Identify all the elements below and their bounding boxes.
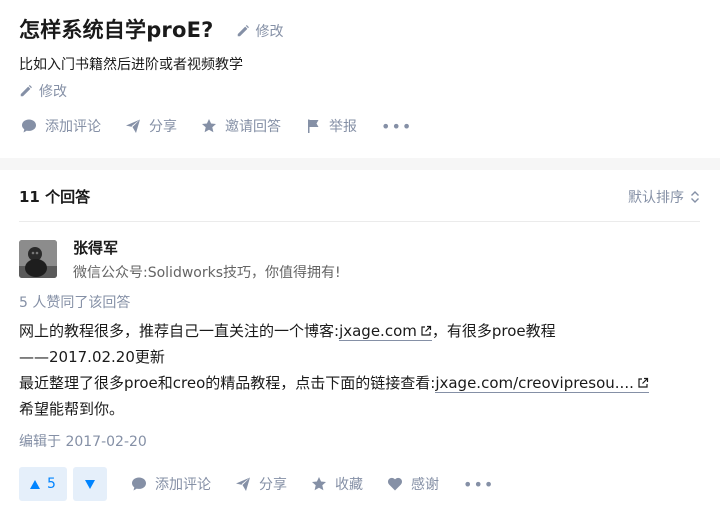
pencil-icon	[237, 24, 249, 36]
invite-answer-label: 邀请回答	[225, 119, 281, 135]
heart-icon	[388, 477, 402, 491]
edited-timestamp[interactable]: 编辑于 2017-02-20	[19, 431, 147, 451]
paper-plane-icon	[126, 119, 140, 133]
tutorial-link-text: jxage.com/creovipresou....	[435, 374, 634, 392]
add-comment-button[interactable]: 添加评论	[131, 474, 211, 494]
question-card: 怎样系统自学proE? 修改 比如入门书籍然后进阶或者视频教学 修改 添加评论 …	[0, 0, 720, 158]
more-options-button[interactable]: •••	[381, 117, 412, 136]
sort-label: 默认排序	[628, 190, 684, 206]
edit-title-link[interactable]: 修改	[236, 21, 284, 41]
question-actions: 添加评论 分享 邀请回答 举报 •••	[21, 116, 412, 136]
thanks-button[interactable]: 感谢	[387, 474, 439, 494]
question-title: 怎样系统自学proE?	[19, 18, 214, 42]
upvote-button[interactable]: 5	[19, 467, 67, 501]
answer-paragraph: ——2017.02.20更新	[19, 348, 165, 366]
triangle-down-icon	[85, 479, 95, 489]
answer-content: 网上的教程很多，推荐自己一直关注的一个博客:jxage.com ，有很多proe教…	[19, 318, 709, 422]
author-name[interactable]: 张得军	[73, 237, 118, 258]
report-label: 举报	[329, 119, 357, 135]
blog-link-text: jxage.com	[339, 322, 417, 340]
downvote-button[interactable]	[73, 467, 107, 501]
add-comment-label: 添加评论	[45, 119, 101, 135]
flag-icon	[308, 119, 319, 133]
question-title-row: 怎样系统自学proE? 修改	[19, 14, 284, 44]
share-label: 分享	[149, 119, 177, 135]
report-button[interactable]: 举报	[305, 116, 357, 136]
comment-icon	[132, 477, 146, 491]
question-description: 比如入门书籍然后进阶或者视频教学	[19, 57, 243, 73]
sort-chevron-icon	[691, 191, 699, 203]
answer-actions: 5 添加评论 分享 收藏 感谢 •••	[19, 467, 494, 501]
comment-icon	[22, 119, 36, 133]
author-bio: 微信公众号:Solidworks技巧，你值得拥有!	[73, 265, 341, 281]
star-icon	[202, 119, 216, 133]
more-options-button[interactable]: •••	[463, 475, 494, 494]
pencil-icon	[20, 85, 32, 97]
author-avatar[interactable]	[19, 240, 57, 278]
answer-paragraph: 希望能帮到你。	[19, 400, 125, 418]
external-link-icon	[638, 377, 648, 388]
external-link-icon	[421, 325, 431, 336]
answer-paragraph: 最近整理了很多proe和creo的精品教程，点击下面的链接查看:jxage.co…	[19, 370, 709, 396]
tutorial-link[interactable]: jxage.com/creovipresou....	[435, 374, 649, 393]
edit-title-label: 修改	[255, 23, 284, 40]
triangle-up-icon	[30, 479, 41, 489]
collect-button[interactable]: 收藏	[311, 474, 363, 494]
answer-text: 网上的教程很多，推荐自己一直关注的一个博客:	[19, 322, 340, 340]
thanks-label: 感谢	[411, 477, 439, 493]
answer-count: 11 个回答	[19, 188, 91, 206]
avatar-image	[19, 240, 57, 278]
edit-description-label: 修改	[39, 84, 67, 100]
sort-dropdown[interactable]: 默认排序	[628, 187, 700, 207]
collect-label: 收藏	[335, 477, 363, 493]
share-button[interactable]: 分享	[235, 474, 287, 494]
share-label: 分享	[259, 477, 287, 493]
answer-paragraph: 网上的教程很多，推荐自己一直关注的一个博客:jxage.com ，有很多proe教…	[19, 318, 709, 344]
share-button[interactable]: 分享	[125, 116, 177, 136]
edit-description-link[interactable]: 修改	[19, 81, 67, 101]
paper-plane-icon	[236, 477, 250, 491]
answers-card: 11 个回答 默认排序 张得军 微信公众号:Solidworks技巧，你值得拥有…	[0, 170, 720, 511]
header-divider	[19, 221, 700, 222]
answer-text: ，有很多proe教程	[431, 322, 556, 340]
answer-text: 最近整理了很多proe和creo的精品教程，点击下面的链接查看:	[19, 374, 436, 392]
invite-answer-button[interactable]: 邀请回答	[201, 116, 281, 136]
star-icon	[312, 477, 326, 491]
add-comment-button[interactable]: 添加评论	[21, 116, 101, 136]
upvote-summary[interactable]: 5 人赞同了该回答	[19, 292, 130, 312]
add-comment-label: 添加评论	[155, 477, 211, 493]
blog-link[interactable]: jxage.com	[339, 322, 432, 341]
upvote-count: 5	[47, 476, 56, 492]
